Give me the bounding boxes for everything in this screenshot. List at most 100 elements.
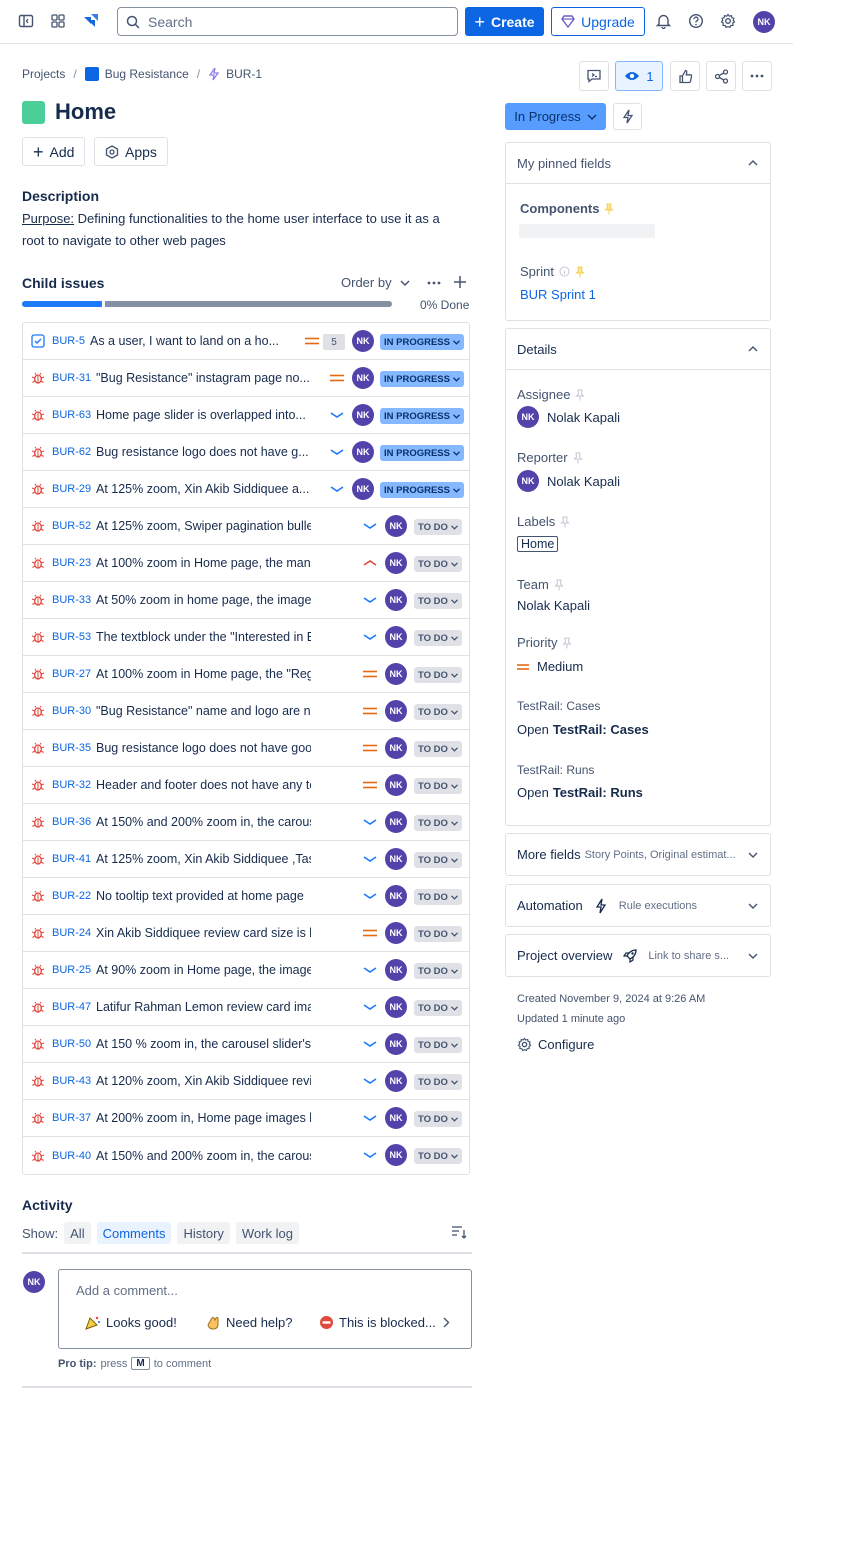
issue-key-link[interactable]: BUR-23: [52, 557, 96, 569]
order-by-button[interactable]: Order by: [341, 275, 410, 290]
testrail-cases-value[interactable]: Open TestRail: Cases: [517, 722, 649, 737]
watch-button[interactable]: 1: [615, 61, 663, 91]
issue-summary[interactable]: At 120% zoom, Xin Akib Siddiquee review …: [96, 1074, 311, 1088]
child-issue-row[interactable]: BUR-52 At 125% zoom, Swiper pagination bu…: [23, 508, 469, 545]
assignee-avatar[interactable]: NK: [385, 1107, 407, 1129]
status-lozenge[interactable]: TO DO: [414, 630, 462, 646]
pin-icon[interactable]: [560, 516, 571, 528]
assignee-avatar[interactable]: NK: [385, 885, 407, 907]
priority-value[interactable]: Medium: [517, 659, 583, 674]
add-button[interactable]: + Add: [22, 137, 86, 166]
child-issue-row[interactable]: BUR-31 "Bug Resistance" instagram page no…: [23, 360, 469, 397]
status-lozenge[interactable]: TO DO: [414, 1037, 462, 1053]
more-fields-header[interactable]: More fields Story Points, Original estim…: [506, 834, 770, 875]
issue-key-link[interactable]: BUR-40: [52, 1150, 96, 1162]
issue-summary[interactable]: At 150% and 200% zoom in, the carousel .…: [96, 815, 311, 829]
child-issue-row[interactable]: BUR-62 Bug resistance logo does not have …: [23, 434, 469, 471]
issue-key-link[interactable]: BUR-43: [52, 1075, 96, 1087]
child-issue-row[interactable]: BUR-32 Header and footer does not have an…: [23, 767, 469, 804]
assignee-avatar[interactable]: NK: [385, 922, 407, 944]
status-lozenge[interactable]: TO DO: [414, 963, 462, 979]
status-lozenge[interactable]: TO DO: [414, 1000, 462, 1016]
assignee-avatar[interactable]: NK: [385, 552, 407, 574]
testrail-runs-link[interactable]: TestRail: Runs: [553, 785, 643, 800]
child-issue-row[interactable]: BUR-37 At 200% zoom in, Home page images …: [23, 1100, 469, 1137]
child-issue-row[interactable]: BUR-24 Xin Akib Siddiquee review card siz…: [23, 915, 469, 952]
issue-key-link[interactable]: BUR-22: [52, 890, 96, 902]
status-dropdown[interactable]: In Progress: [505, 103, 606, 130]
status-lozenge[interactable]: IN PROGRESS: [380, 371, 464, 387]
pin-icon[interactable]: [575, 389, 586, 401]
breadcrumb-projects[interactable]: Projects: [22, 67, 65, 81]
child-issue-row[interactable]: BUR-30 "Bug Resistance" name and logo are…: [23, 693, 469, 730]
issue-summary[interactable]: No tooltip text provided at home page: [96, 889, 311, 903]
team-value[interactable]: Nolak Kapali: [517, 598, 590, 613]
pin-icon[interactable]: [575, 266, 585, 278]
pinned-fields-header[interactable]: My pinned fields: [506, 143, 770, 184]
quick-reply-blocked[interactable]: This is blocked...: [319, 1315, 436, 1330]
status-lozenge[interactable]: TO DO: [414, 1074, 462, 1090]
user-avatar[interactable]: NK: [753, 11, 775, 33]
pin-icon[interactable]: [572, 452, 583, 464]
child-issue-row[interactable]: BUR-36 At 150% and 200% zoom in, the caro…: [23, 804, 469, 841]
child-issue-row[interactable]: BUR-29 At 125% zoom, Xin Akib Siddiquee a…: [23, 471, 469, 508]
issue-summary[interactable]: As a user, I want to land on a ho...: [90, 334, 285, 348]
pin-icon[interactable]: [604, 203, 615, 215]
child-issue-row[interactable]: BUR-63 Home page slider is overlapped int…: [23, 397, 469, 434]
search-input[interactable]: Search: [117, 7, 458, 36]
testrail-runs-value[interactable]: Open TestRail: Runs: [517, 785, 643, 800]
status-lozenge[interactable]: TO DO: [414, 1148, 462, 1164]
issue-key-link[interactable]: BUR-33: [52, 594, 96, 606]
child-issue-row[interactable]: BUR-53 The textblock under the "Intereste…: [23, 619, 469, 656]
issue-key-link[interactable]: BUR-37: [52, 1112, 96, 1124]
issue-summary[interactable]: "Bug Resistance" instagram page no...: [96, 371, 311, 385]
issue-summary[interactable]: Home page slider is overlapped into...: [96, 408, 311, 422]
issue-title[interactable]: Home: [55, 99, 116, 125]
assignee-avatar[interactable]: NK: [385, 515, 407, 537]
project-overview-header[interactable]: Project overview Link to share s...: [506, 935, 770, 976]
components-empty-value[interactable]: [519, 224, 655, 238]
issue-summary[interactable]: The textblock under the "Interested in B…: [96, 630, 311, 644]
more-fields-panel[interactable]: More fields Story Points, Original estim…: [505, 833, 771, 876]
testrail-cases-link[interactable]: TestRail: Cases: [553, 722, 649, 737]
create-button[interactable]: + Create: [465, 7, 544, 36]
assignee-avatar[interactable]: NK: [352, 330, 374, 352]
comment-editor[interactable]: Add a comment... Looks good! Need help? …: [58, 1269, 472, 1349]
share-button[interactable]: [706, 61, 736, 91]
assignee-avatar[interactable]: NK: [385, 1033, 407, 1055]
issue-key-link[interactable]: BUR-29: [52, 483, 96, 495]
status-lozenge[interactable]: TO DO: [414, 741, 462, 757]
assignee-avatar[interactable]: NK: [385, 589, 407, 611]
filter-all[interactable]: All: [64, 1222, 91, 1244]
status-lozenge[interactable]: TO DO: [414, 778, 462, 794]
assignee-avatar[interactable]: NK: [385, 737, 407, 759]
notifications-bell-icon[interactable]: [654, 12, 672, 30]
reporter-value[interactable]: NK Nolak Kapali: [517, 470, 620, 492]
breadcrumb-issue-key[interactable]: BUR-1: [226, 67, 262, 81]
issue-summary[interactable]: At 90% zoom in Home page, the image b...: [96, 963, 311, 977]
app-switcher-icon[interactable]: [49, 12, 67, 30]
issue-key-link[interactable]: BUR-52: [52, 520, 96, 532]
issue-summary[interactable]: At 100% zoom in Home page, the man im...: [96, 556, 311, 570]
details-header[interactable]: Details: [506, 329, 770, 370]
child-issue-row[interactable]: BUR-50 At 150 % zoom in, the carousel sli…: [23, 1026, 469, 1063]
automation-header[interactable]: Automation Rule executions: [506, 885, 770, 926]
status-lozenge[interactable]: TO DO: [414, 519, 462, 535]
status-lozenge[interactable]: IN PROGRESS: [380, 334, 464, 350]
issue-key-link[interactable]: BUR-50: [52, 1038, 96, 1050]
assignee-avatar[interactable]: NK: [385, 626, 407, 648]
jira-logo-icon[interactable]: [80, 12, 102, 30]
assignee-avatar[interactable]: NK: [352, 478, 374, 500]
quick-reply-looks-good[interactable]: Looks good!: [85, 1315, 177, 1330]
filter-comments[interactable]: Comments: [96, 1222, 172, 1244]
child-issues-more-button[interactable]: [426, 276, 442, 290]
assignee-avatar[interactable]: NK: [385, 1070, 407, 1092]
child-issue-row[interactable]: BUR-47 Latifur Rahman Lemon review card i…: [23, 989, 469, 1026]
issue-key-link[interactable]: BUR-31: [52, 372, 96, 384]
issue-summary[interactable]: At 150% and 200% zoom in, the carousel .…: [96, 1149, 311, 1163]
status-lozenge[interactable]: TO DO: [414, 1111, 462, 1127]
assignee-value[interactable]: NK Nolak Kapali: [517, 406, 620, 428]
issue-key-link[interactable]: BUR-63: [52, 409, 96, 421]
issue-summary[interactable]: At 125% zoom, Xin Akib Siddiquee a...: [96, 482, 311, 496]
issue-summary[interactable]: Header and footer does not have any tool…: [96, 778, 311, 792]
